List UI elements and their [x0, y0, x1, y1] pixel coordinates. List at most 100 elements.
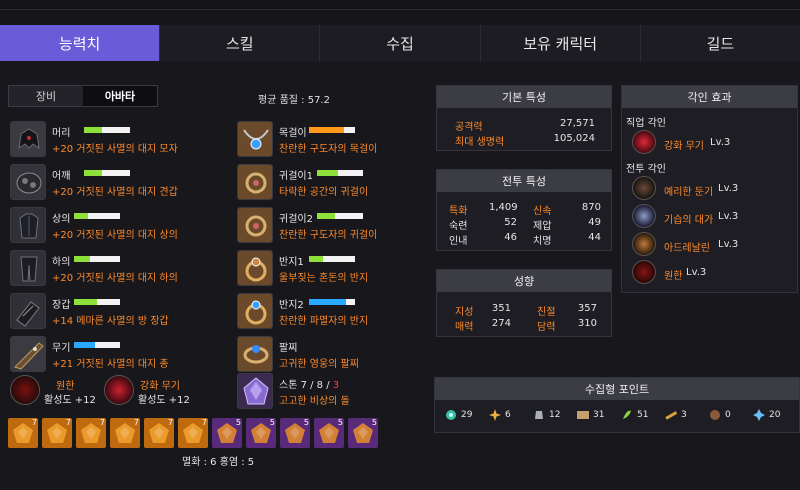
equip-slot-stone[interactable]: 스톤 7 / 8 / 3 고고한 비상의 돌	[237, 373, 457, 411]
tab-skills[interactable]: 스킬	[159, 25, 319, 61]
stat-label: 친절	[537, 307, 556, 318]
subtab-avatar[interactable]: 아바타	[83, 86, 157, 106]
stat-label: 최대 생명력	[455, 137, 505, 148]
tab-collection[interactable]: 수집	[319, 25, 479, 61]
giant-heart-icon	[535, 411, 543, 419]
equip-slot-necklace[interactable]: 목걸이 찬란한 구도자의 목걸이	[237, 121, 457, 159]
average-quality: 평균 품질 : 57.2	[258, 95, 330, 106]
orpheus-star-icon	[489, 409, 501, 421]
engraving-level: Lv.3	[686, 267, 707, 278]
stat-label: 담력	[537, 322, 556, 333]
gem-slot[interactable]: 5	[246, 418, 276, 448]
engraving-name: 예리한 둔기	[664, 187, 714, 198]
equip-slot-bracelet[interactable]: 팔찌 고귀한 영웅의 팔찌	[237, 336, 457, 374]
engraving-level: Lv.3	[718, 239, 739, 250]
collectible-item[interactable]: 6	[489, 409, 533, 421]
slot-name: 하의	[52, 257, 71, 268]
gem-slot[interactable]: 7	[76, 418, 106, 448]
equip-slot-head[interactable]: 머리 +20 거짓된 사멸의 대지 모자	[10, 121, 230, 159]
gem-level: 5	[269, 418, 275, 427]
equip-slot-ring-1[interactable]: 반지1 울부짖는 혼돈의 반지	[237, 250, 457, 288]
panel-title: 수집형 포인트	[435, 378, 799, 400]
collectible-item[interactable]: 29	[445, 409, 489, 421]
engraving-effect-row[interactable]: 예리한 둔기 Lv.3	[632, 176, 792, 202]
combat-stats-panel: 전투 특성 특화 1,409 신속 870 숙련 52 제압 49 인내 46 …	[436, 169, 612, 251]
item-name: 타락한 공간의 귀걸이	[279, 187, 369, 198]
gem-slot[interactable]: 7	[178, 418, 208, 448]
collectible-item[interactable]: 12	[533, 409, 577, 421]
gem-slot[interactable]: 7	[42, 418, 72, 448]
gem-slot[interactable]: 7	[8, 418, 38, 448]
gem-slot[interactable]: 7	[110, 418, 140, 448]
engraving-name: 강화 무기	[140, 381, 180, 392]
gem-slot[interactable]: 7	[144, 418, 174, 448]
gem-slot[interactable]: 5	[348, 418, 378, 448]
collectibles-panel: 수집형 포인트 29 6 12 31 51 3 0 20	[434, 377, 800, 433]
engraving-name: 기습의 대가	[664, 215, 714, 226]
earring-icon	[237, 164, 273, 200]
quality-bar	[84, 127, 130, 133]
equip-slot-bottom[interactable]: 하의 +20 거짓된 사멸의 대지 하의	[10, 250, 230, 288]
stat-value: 310	[577, 318, 597, 329]
slot-name: 머리	[52, 128, 71, 139]
equip-slot-earring-2[interactable]: 귀걸이2 찬란한 구도자의 귀걸이	[237, 207, 457, 245]
gem-level: 7	[65, 418, 71, 427]
collectible-item[interactable]: 3	[665, 409, 709, 421]
stat-value: 357	[577, 303, 597, 314]
helmet-icon	[10, 121, 46, 157]
gem-slot[interactable]: 5	[212, 418, 242, 448]
item-name: 찬란한 구도자의 귀걸이	[279, 230, 378, 241]
subtab-equipment[interactable]: 장비	[9, 86, 83, 106]
collectible-item[interactable]: 20	[753, 409, 797, 421]
collectible-count: 29	[461, 410, 473, 420]
stat-label: 공격력	[455, 122, 483, 133]
engraving-effect-row[interactable]: 아드레날린 Lv.3	[632, 232, 792, 258]
gem-level: 5	[303, 418, 309, 427]
quality-bar	[74, 213, 120, 219]
gem-level: 7	[167, 418, 173, 427]
gem-slot[interactable]: 5	[314, 418, 344, 448]
equip-slot-shoulder[interactable]: 어깨 +20 거짓된 사멸의 대지 견갑	[10, 164, 230, 202]
item-name: +20 거짓된 사멸의 대지 모자	[52, 144, 178, 155]
item-name: +21 거짓된 사멸의 대지 총	[52, 359, 169, 370]
slot-name: 귀걸이1	[279, 171, 313, 182]
engraving-effect-row[interactable]: 원한 Lv.3	[632, 260, 792, 286]
main-tabs: 능력치 스킬 수집 보유 캐릭터 길드	[0, 25, 800, 61]
collectible-count: 12	[549, 410, 561, 420]
keen-blunt-weapon-icon	[632, 176, 656, 200]
slot-name: 장갑	[52, 300, 71, 311]
gem-summary: 멸화 : 6 홍염 : 5	[182, 457, 255, 468]
tab-characters[interactable]: 보유 캐릭터	[479, 25, 640, 61]
equip-slot-ring-2[interactable]: 반지2 찬란한 파멸자의 반지	[237, 293, 457, 331]
adrenaline-icon	[632, 232, 656, 256]
equip-slot-gloves[interactable]: 장갑 +14 메마른 사멸의 방 장갑	[10, 293, 230, 331]
stat-label: 매력	[455, 322, 474, 333]
collectibles-list: 29 6 12 31 51 3 0 20	[435, 400, 799, 421]
main-panel: 장비 아바타 평균 품질 : 57.2 머리 +20 거짓된 사멸의 대지 모자…	[0, 61, 800, 490]
collectible-count: 20	[769, 410, 781, 420]
stat-value: 44	[588, 232, 601, 243]
quality-bar	[74, 299, 120, 305]
world-tree-leaf-icon	[710, 410, 720, 420]
tendency-panel: 성향 지성 351 친절 357 매력 274 담력 310	[436, 269, 612, 337]
gun-icon	[10, 336, 46, 372]
stat-label: 특화	[449, 206, 468, 217]
item-name: 고귀한 영웅의 팔찌	[279, 359, 359, 370]
collectible-item[interactable]: 51	[621, 409, 665, 421]
panel-title: 각인 효과	[622, 86, 797, 108]
engraving-slot-2[interactable]: 강화 무기 활성도 +12	[104, 375, 214, 409]
engraving-name: 원한	[664, 271, 683, 282]
engraving-effect-row[interactable]: 기습의 대가 Lv.3	[632, 204, 792, 230]
mokoko-seed-icon	[623, 410, 631, 419]
engraving-effect-row[interactable]: 강화 무기 Lv.3	[632, 130, 792, 156]
tab-guild[interactable]: 길드	[639, 25, 800, 61]
tab-stats[interactable]: 능력치	[0, 25, 160, 61]
equip-slot-top[interactable]: 상의 +20 거짓된 사멸의 대지 상의	[10, 207, 230, 245]
equip-slot-earring-1[interactable]: 귀걸이1 타락한 공간의 귀걸이	[237, 164, 457, 202]
collectible-item[interactable]: 0	[709, 409, 753, 421]
equip-slot-weapon[interactable]: 무기 +21 거짓된 사멸의 대지 총	[10, 336, 230, 374]
collectible-item[interactable]: 31	[577, 409, 621, 421]
gem-slot[interactable]: 5	[280, 418, 310, 448]
leg-armor-icon	[10, 250, 46, 286]
engraving-activity: 활성도 +12	[138, 395, 190, 406]
